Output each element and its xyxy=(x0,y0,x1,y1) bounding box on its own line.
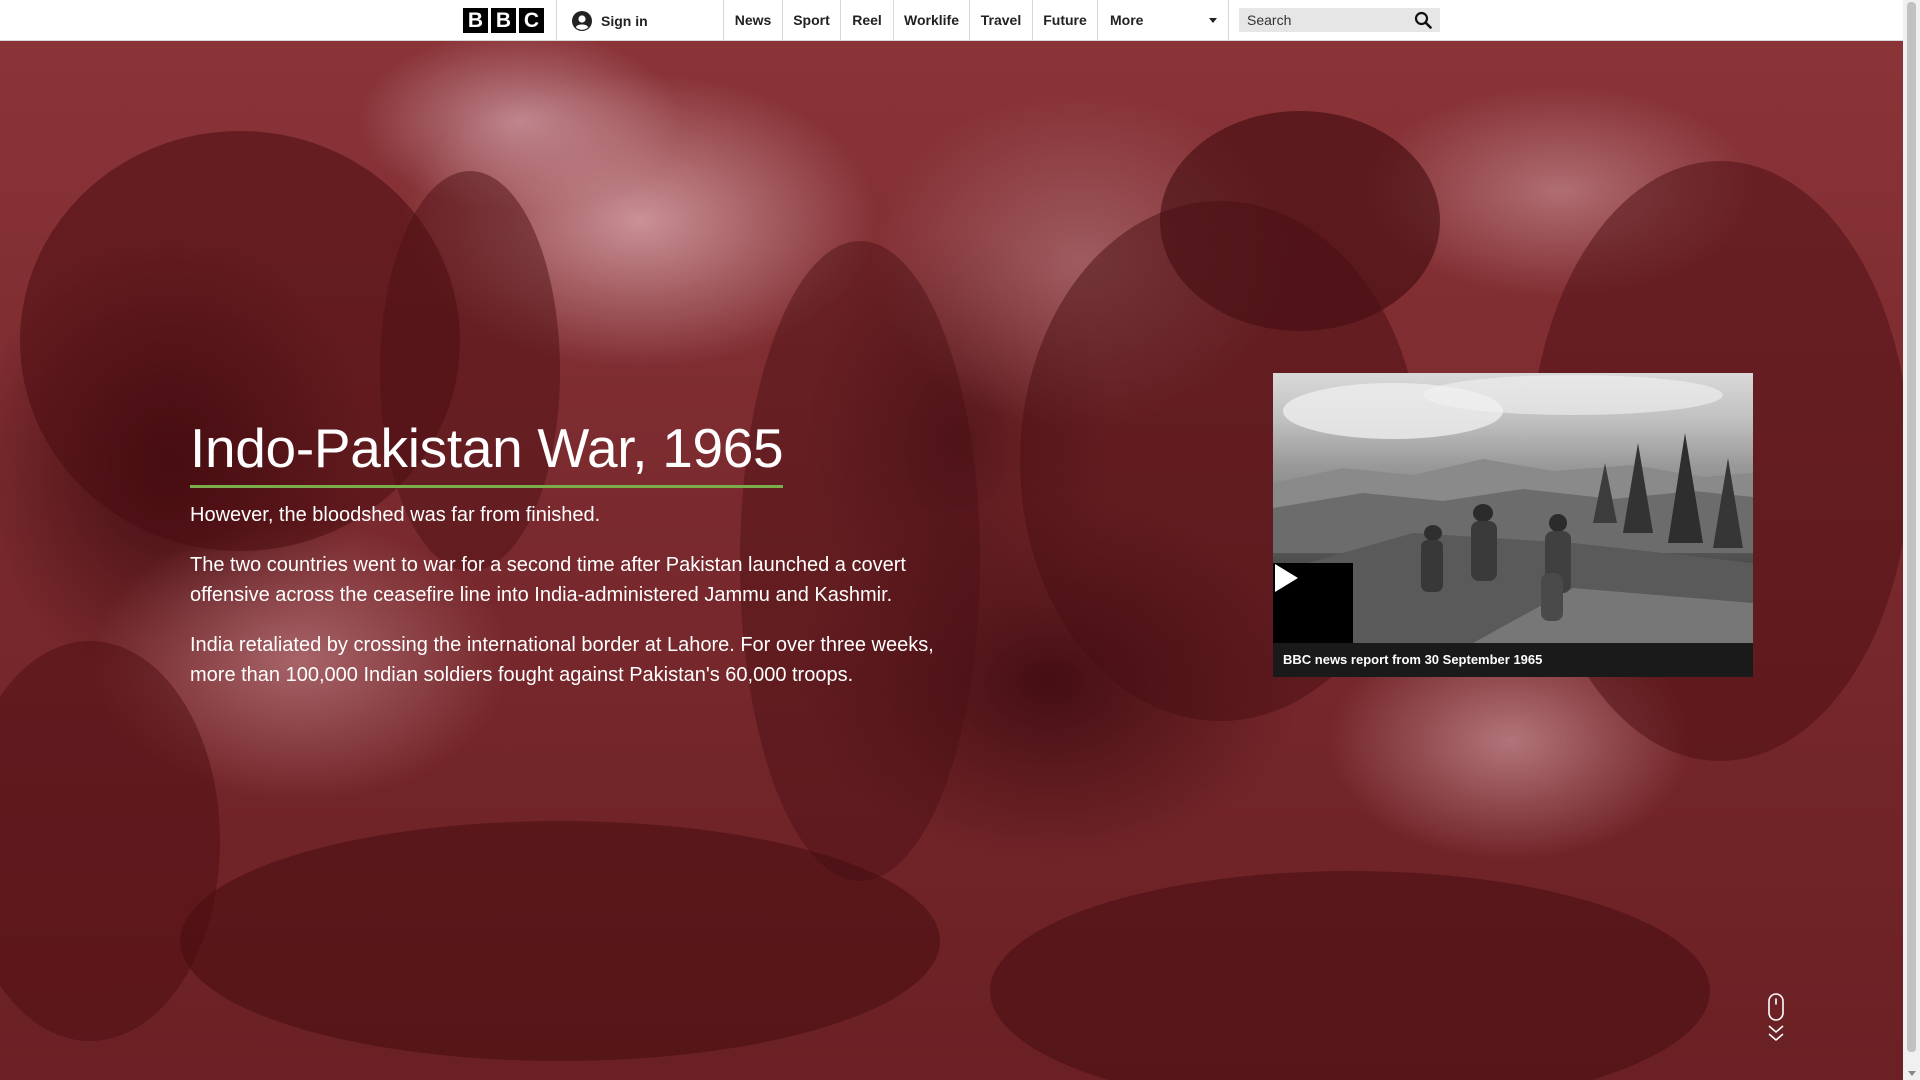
scroll-arrow-down-icon[interactable] xyxy=(1908,1071,1916,1076)
hero-paragraph: The two countries went to war for a seco… xyxy=(190,554,906,606)
page-title: Indo-Pakistan War, 1965 xyxy=(190,415,784,488)
nav-item-sport[interactable]: Sport xyxy=(783,0,840,41)
chevron-down-icon xyxy=(1209,18,1217,23)
nav-item-travel[interactable]: Travel xyxy=(970,0,1032,41)
nav-item-reel[interactable]: Reel xyxy=(841,0,893,41)
sign-in-label: Sign in xyxy=(601,12,648,29)
video-caption: BBC news report from 30 September 1965 xyxy=(1273,643,1753,677)
nav-item-news[interactable]: News xyxy=(724,0,782,41)
search-input[interactable] xyxy=(1239,8,1409,32)
video-thumbnail xyxy=(1273,373,1753,643)
bbc-logo-letter: C xyxy=(519,8,544,33)
bbc-logo[interactable]: B B C xyxy=(463,8,544,33)
bbc-logo-letter: B xyxy=(463,8,488,33)
nav-item-worklife[interactable]: Worklife xyxy=(894,0,969,41)
top-nav-bar: B B C Sign in News Sport Reel Worklife T… xyxy=(0,0,1903,41)
play-icon xyxy=(1275,564,1298,592)
sign-in-link[interactable]: Sign in xyxy=(572,0,648,41)
scrollbar-thumb[interactable] xyxy=(1907,2,1916,1052)
nav-item-future[interactable]: Future xyxy=(1033,0,1097,41)
hero-paragraph: India retaliated by crossing the interna… xyxy=(190,634,934,686)
nav-divider xyxy=(1228,0,1229,41)
nav-item-more-label: More xyxy=(1110,12,1144,28)
bbc-logo-letter: B xyxy=(491,8,516,33)
hero-intro: However, the bloodshed was far from fini… xyxy=(190,504,601,526)
search-icon[interactable] xyxy=(1414,11,1432,29)
nav-divider xyxy=(556,0,557,41)
user-icon xyxy=(572,10,592,31)
scroll-down-icon[interactable] xyxy=(1766,993,1786,1045)
search-box xyxy=(1239,8,1440,32)
play-button[interactable] xyxy=(1273,563,1353,643)
hero-text-block: Indo-Pakistan War, 1965 However, the blo… xyxy=(190,415,950,690)
page-scrollbar[interactable] xyxy=(1903,0,1920,1080)
video-player[interactable]: BBC news report from 30 September 1965 xyxy=(1273,373,1753,677)
